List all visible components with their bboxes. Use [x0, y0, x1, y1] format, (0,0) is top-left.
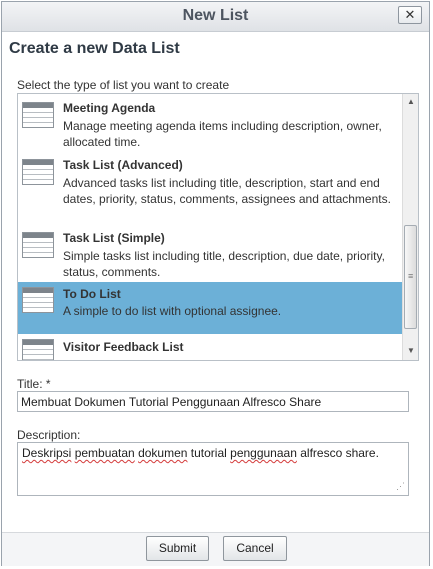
list-item-task-list-advanced[interactable]: Task List (Advanced) Advanced tasks list…	[18, 151, 402, 224]
description-text: tutorial	[187, 446, 231, 460]
list-item-title: Meeting Agenda	[63, 101, 156, 115]
dialog-title: New List	[182, 7, 249, 24]
list-item-task-list-simple[interactable]: Task List (Simple) Simple tasks list inc…	[18, 224, 402, 281]
list-item-meeting-agenda[interactable]: Meeting Agenda Manage meeting agenda ite…	[18, 94, 402, 151]
list-item-title: Task List (Advanced)	[63, 158, 183, 172]
list-item-visitor-feedback[interactable]: Visitor Feedback List	[18, 334, 402, 360]
list-item-title: Visitor Feedback List	[63, 340, 184, 354]
submit-button[interactable]: Submit	[146, 536, 209, 561]
listbox-scrollbar[interactable]: ▲ ≡ ▼	[402, 94, 418, 360]
title-field-label: Title: *	[17, 377, 51, 391]
list-item-title: To Do List	[63, 287, 121, 301]
misspelled-word: penggunaan	[230, 446, 297, 460]
resize-grip-icon[interactable]: ⋰	[395, 482, 405, 492]
scrollbar-thumb[interactable]: ≡	[404, 225, 417, 329]
new-list-dialog: New List ✕ Create a new Data List Select…	[1, 1, 430, 566]
misspelled-word: Deskripsi	[22, 446, 72, 460]
dialog-titlebar: New List ✕	[2, 2, 429, 32]
data-list-icon	[22, 159, 54, 185]
description-text: alfresco share.	[296, 446, 379, 460]
misspelled-word: pembuatan	[74, 446, 135, 460]
list-item-description: Manage meeting agenda items including de…	[63, 119, 382, 149]
data-list-icon	[22, 102, 54, 128]
list-type-listbox[interactable]: Meeting Agenda Manage meeting agenda ite…	[17, 93, 419, 361]
cancel-button[interactable]: Cancel	[223, 536, 287, 561]
description-field-label: Description:	[17, 428, 81, 442]
dialog-heading: Create a new Data List	[9, 40, 180, 57]
misspelled-word: dokumen	[138, 446, 188, 460]
list-item-description: Simple tasks list including title, descr…	[63, 249, 385, 279]
scroll-up-arrow-icon[interactable]: ▲	[406, 97, 416, 107]
data-list-icon	[22, 287, 54, 313]
grip-icon: ≡	[408, 271, 414, 281]
list-item-to-do-list[interactable]: To Do List A simple to do list with opti…	[18, 282, 402, 334]
scroll-down-arrow-icon[interactable]: ▼	[406, 346, 416, 356]
dialog-footer: Submit Cancel	[2, 532, 429, 566]
data-list-icon	[22, 232, 54, 258]
list-item-description: Advanced tasks list including title, des…	[63, 176, 391, 206]
description-textarea[interactable]: Deskripsi pembuatan dokumen tutorial pen…	[17, 442, 409, 496]
close-button[interactable]: ✕	[398, 6, 422, 24]
data-list-icon	[22, 339, 54, 360]
list-item-description: A simple to do list with optional assign…	[63, 304, 282, 318]
list-type-label: Select the type of list you want to crea…	[17, 78, 230, 92]
list-item-title: Task List (Simple)	[63, 231, 165, 245]
title-input[interactable]	[17, 391, 409, 412]
